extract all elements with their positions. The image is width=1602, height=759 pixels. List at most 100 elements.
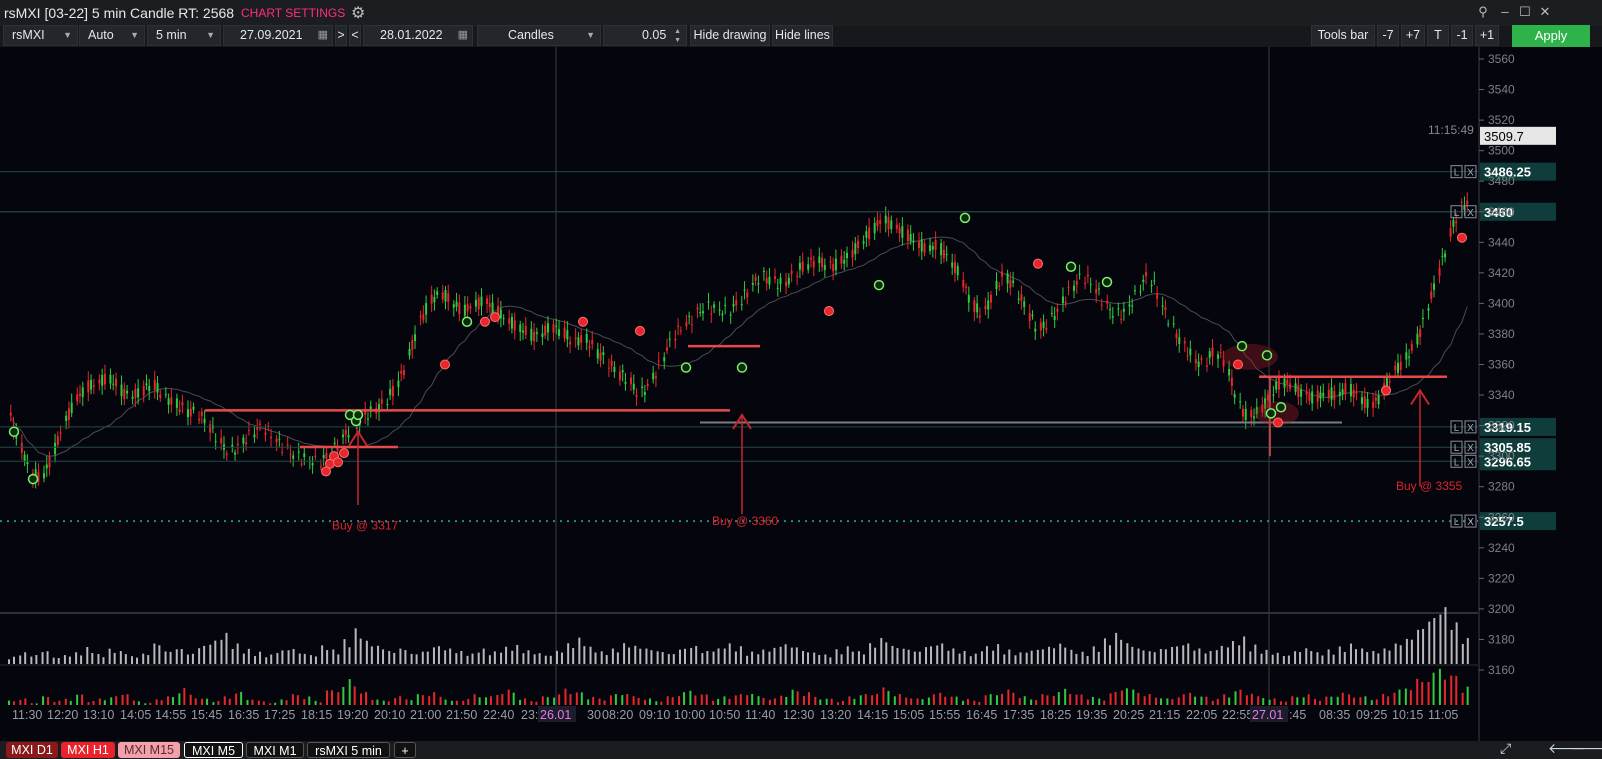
volume-bar [885,642,888,664]
indicator-bar [751,693,754,705]
candle-body [123,388,126,399]
buy-signal-marker [1261,350,1273,361]
price-tick-label: 3160 [1488,663,1515,677]
candle-body [167,398,170,405]
volume-bar [1126,643,1129,664]
tools-bar-button[interactable]: Tools bar [1311,25,1375,46]
indicator-bar [24,698,27,705]
candle-body [1266,394,1269,401]
candle-body [679,330,682,332]
time-label: 09:25 [1356,708,1387,722]
chart-settings-link[interactable]: CHART SETTINGS [241,6,345,20]
step-stepper[interactable]: 0.05 ▲ ▼ [603,25,687,46]
calendar-icon[interactable]: ▦ [458,26,468,45]
volume-bar [415,654,418,664]
chart-type-select[interactable]: Candles ▼ [477,25,601,46]
minus7-button[interactable]: -7 [1377,25,1399,46]
candle-body [1073,285,1076,291]
candle-body [76,394,79,402]
volume-bar [108,648,111,664]
hide-lines-button[interactable]: Hide lines [772,25,833,46]
volume-bar [1036,649,1039,664]
calendar-icon[interactable]: ▦ [318,26,328,45]
apply-button[interactable]: Apply [1512,25,1590,47]
plus1-button[interactable]: +1 [1475,25,1499,46]
indicator-bar [814,696,817,705]
volume-bar [455,653,458,664]
candle-body [1430,291,1433,300]
tab-mxi-h1[interactable]: MXI H1 [61,742,115,758]
maximize-icon[interactable]: ☐ [1517,4,1533,20]
indicator-bar [235,693,238,705]
scale-select[interactable]: Auto ▼ [79,25,145,46]
volume-bar [214,640,217,664]
candle-body [762,270,765,272]
volume-bar [270,654,273,664]
timeframe-select[interactable]: 5 min ▼ [147,25,221,46]
date-to-field[interactable]: 28.01.2022 ▦ [363,25,473,46]
indicator-bar [1103,700,1106,705]
close-icon[interactable]: ✕ [1537,4,1553,20]
time-label: 22:05 [1186,708,1217,722]
indicator-bar [660,701,663,705]
candle-body [1341,389,1344,395]
plus7-button[interactable]: +7 [1401,25,1425,46]
price-chart[interactable]: L X 3486.25L X 3460L X 3319.15L X 3305.85L X 3296.… [0,47,1602,741]
candle-body [624,381,627,384]
indicator-bar [966,698,969,705]
indicator-bar [927,697,930,705]
buy-signal-marker [736,362,748,373]
indicator-bar [337,692,340,705]
candle-body [1050,313,1053,315]
volume-bar [746,655,749,664]
volume-bar [399,648,402,664]
expand-icon[interactable]: ⤢ [1500,740,1511,757]
indicator-bar [342,687,345,705]
volume-bar [980,651,983,664]
indicator-bar [773,698,776,705]
gear-icon[interactable]: ⚙ [351,3,365,23]
indicator-bar [1370,700,1373,705]
hide-drawing-button[interactable]: Hide drawing [690,25,770,46]
candle-body [126,390,129,394]
tab-mxi-m5[interactable]: MXI M5 [184,742,243,758]
indicator-bar [47,697,50,705]
tab-mxi-d1[interactable]: MXI D1 [6,742,58,758]
candle-body [1205,365,1208,367]
date-from-field[interactable]: 27.09.2021 ▦ [223,25,333,46]
candle-body [721,313,724,316]
volume-bar [102,657,105,664]
indicator-bar [1120,690,1123,705]
pin-icon[interactable]: ⚲ [1475,4,1491,20]
volume-bar [549,655,552,664]
candle-body [1183,341,1186,344]
minimize-icon[interactable]: ‒ [1497,4,1513,19]
minus1-button[interactable]: -1 [1451,25,1473,46]
time-label: 18:25 [1040,708,1071,722]
candle-body [718,309,721,311]
tab-mxi-m15[interactable]: MXI M15 [118,742,180,758]
indicator-bar [723,696,726,705]
add-tab-button[interactable]: + [394,742,416,758]
candle-body [879,220,882,224]
candle-body [488,303,491,307]
candle-body [1153,280,1156,282]
indicator-bar [132,700,135,705]
next-button[interactable]: > [335,25,347,46]
indicator-bar [35,703,38,705]
scroll-right-icon[interactable]: 🡒 [1571,740,1602,757]
indicator-bar [1314,698,1317,705]
time-label: 12:20 [47,708,78,722]
prev-button[interactable]: < [349,25,361,46]
indicator-bar [444,699,447,705]
volume-bar [421,651,424,664]
tab-mxi-m1[interactable]: MXI M1 [246,742,304,758]
time-label: 19:35 [1076,708,1107,722]
tab-rsmxi-5min[interactable]: rsMXI 5 min [307,742,390,758]
volume-bar [477,652,480,664]
time-label: 10:00 [674,708,705,722]
symbol-select[interactable]: rsMXI ▼ [3,25,78,46]
level-remove-label: X [1467,423,1474,434]
stepper-arrows-icon[interactable]: ▲ ▼ [674,27,681,45]
t-button[interactable]: T [1427,25,1449,46]
